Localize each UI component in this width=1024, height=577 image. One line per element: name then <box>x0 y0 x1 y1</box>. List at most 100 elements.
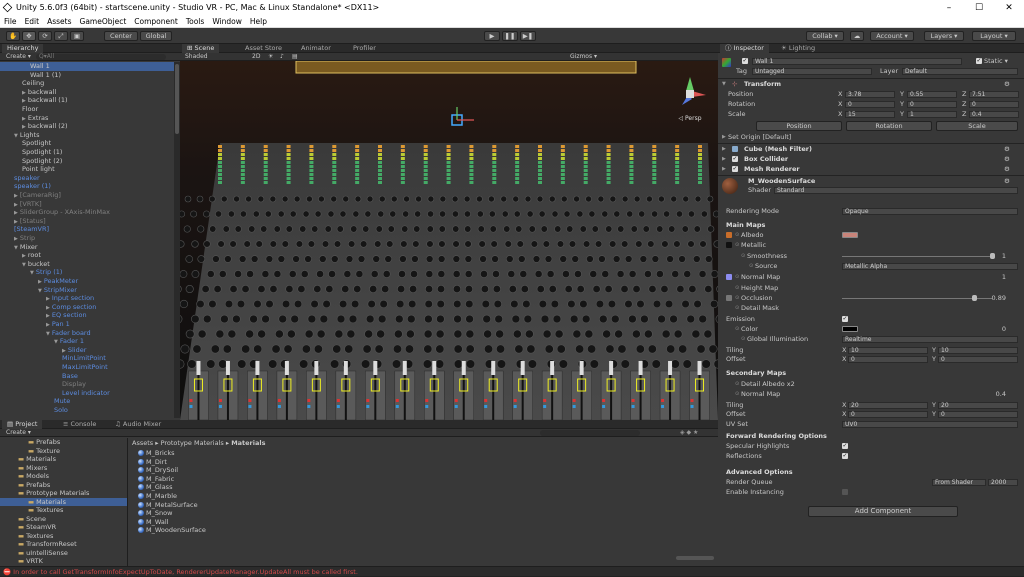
account-button[interactable]: Account ▾ <box>870 31 914 41</box>
material-asset[interactable]: M_DrySoil <box>138 466 178 475</box>
material-asset[interactable]: M_Fabric <box>138 475 174 484</box>
picker-circle-icon[interactable]: ⊙ <box>735 303 739 313</box>
expanded-arrow-icon[interactable]: ▼ <box>14 133 18 139</box>
mesh-renderer-header[interactable]: ▶ ✓ Mesh Renderer ⚙ <box>718 164 1024 174</box>
minimize-button[interactable]: – <box>934 0 964 16</box>
box-collider-checkbox[interactable]: ✓ <box>732 156 738 162</box>
settings-gear-icon[interactable]: ⚙ <box>1004 164 1010 174</box>
mesh-filter-header[interactable]: ▶ Cube (Mesh Filter) ⚙ <box>718 144 1024 154</box>
expanded-arrow-icon[interactable]: ▼ <box>38 288 42 294</box>
collapsed-arrow-icon[interactable]: ▶ <box>14 219 18 225</box>
albedo-color-swatch[interactable] <box>842 232 858 238</box>
reset-position-button[interactable]: Position <box>756 121 842 131</box>
hierarchy-item[interactable]: Floor <box>0 105 174 114</box>
hierarchy-item[interactable]: Mute <box>0 397 174 406</box>
project-folder[interactable]: ▬ Mixers <box>0 464 127 473</box>
audio-toggle-icon[interactable]: ♪ <box>280 53 284 61</box>
hierarchy-item[interactable]: ▶ Extras <box>0 114 174 123</box>
expanded-arrow-icon[interactable]: ▼ <box>46 331 50 337</box>
rotation-x-field[interactable]: 0 <box>845 100 895 108</box>
menu-file[interactable]: File <box>0 16 21 27</box>
render-queue-value-field[interactable]: 2000 <box>988 478 1018 486</box>
hierarchy-item[interactable]: ▶ Strip <box>0 234 174 243</box>
hierarchy-item[interactable]: speaker (1) <box>0 182 174 191</box>
hierarchy-item[interactable]: Display <box>0 380 174 389</box>
render-queue-mode-dropdown[interactable]: From Shader <box>932 478 986 486</box>
hierarchy-item[interactable]: speaker <box>0 174 174 183</box>
hierarchy-item[interactable]: ▶ root <box>0 251 174 260</box>
collapsed-arrow-icon[interactable]: ▶ <box>14 236 18 242</box>
rendering-mode-dropdown[interactable]: Opaque <box>842 207 1018 215</box>
picker-circle-icon[interactable]: ⊙ <box>749 261 753 271</box>
tab-project[interactable]: ▤ Project <box>2 420 43 429</box>
add-component-button[interactable]: Add Component <box>808 506 958 517</box>
layer-dropdown[interactable]: Default <box>902 67 1018 75</box>
picker-circle-icon[interactable]: ⊙ <box>735 283 739 293</box>
collapsed-arrow-icon[interactable]: ▶ <box>22 90 26 96</box>
scale-tool-icon[interactable]: ⤢ <box>54 31 68 41</box>
settings-gear-icon[interactable]: ⚙ <box>1004 144 1010 154</box>
project-folder[interactable]: ▬ Prefabs <box>0 438 127 447</box>
shader-dropdown[interactable]: Standard <box>774 186 1018 194</box>
enable-instancing-checkbox[interactable] <box>842 489 848 495</box>
project-create-button[interactable]: Create ▾ <box>6 429 31 437</box>
hierarchy-item[interactable]: ▶ backwall (2) <box>0 122 174 131</box>
specular-highlights-checkbox[interactable]: ✓ <box>842 443 848 449</box>
persp-label[interactable]: ◁ Persp <box>670 115 710 122</box>
tag-dropdown[interactable]: Untagged <box>752 67 872 75</box>
cloud-icon[interactable]: ☁ <box>850 31 864 41</box>
project-folder[interactable]: ▬ VRTK <box>0 557 127 566</box>
status-message[interactable]: In order to call GetTransformInfoExpectU… <box>13 568 358 576</box>
move-tool-icon[interactable]: ✥ <box>22 31 36 41</box>
material-asset[interactable]: M_Glass <box>138 483 172 492</box>
secondary-tiling-y-field[interactable]: 20 <box>938 401 1018 409</box>
offset-x-field[interactable]: 0 <box>848 355 928 363</box>
scene-viewport[interactable]: ◁ Persp <box>180 61 718 420</box>
move-gizmo[interactable] <box>450 107 476 133</box>
picker-circle-icon[interactable]: ⊙ <box>735 379 739 389</box>
occlusion-slider-thumb[interactable] <box>972 295 977 301</box>
collab-button[interactable]: Collab ▾ <box>806 31 844 41</box>
hierarchy-item[interactable]: Point light <box>0 165 174 174</box>
scale-x-field[interactable]: 15 <box>845 110 895 118</box>
scale-z-field[interactable]: 0.4 <box>969 110 1019 118</box>
occlusion-texture-slot[interactable] <box>726 295 732 301</box>
hierarchy-item[interactable]: ▶ SliderGroup - XAxis-MinMax <box>0 208 174 217</box>
set-origin-foldout[interactable]: ▶ Set Origin [Default] <box>718 132 1024 142</box>
global-illumination-dropdown[interactable]: Realtime <box>842 335 1018 343</box>
box-collider-header[interactable]: ▶ ✓ Box Collider ⚙ <box>718 154 1024 164</box>
hierarchy-item[interactable]: ▶ Input section <box>0 294 174 303</box>
collapsed-arrow-icon[interactable]: ▶ <box>22 124 26 130</box>
collapsed-arrow-icon[interactable]: ▶ <box>46 305 50 311</box>
rotation-y-field[interactable]: 0 <box>907 100 957 108</box>
collapsed-arrow-icon[interactable]: ▶ <box>14 202 18 208</box>
occlusion-slider-track[interactable] <box>842 298 992 299</box>
tiling-y-field[interactable]: 10 <box>938 346 1018 354</box>
hierarchy-item[interactable]: Base <box>0 372 174 381</box>
2d-toggle[interactable]: 2D <box>252 53 260 61</box>
material-asset[interactable]: M_Wall <box>138 518 168 527</box>
reset-rotation-button[interactable]: Rotation <box>846 121 932 131</box>
expanded-arrow-icon[interactable]: ▼ <box>30 270 34 276</box>
hierarchy-item[interactable]: MaxLimitPoint <box>0 363 174 372</box>
hierarchy-item[interactable]: Solo <box>0 406 174 415</box>
position-x-field[interactable]: 3.78 <box>845 90 895 98</box>
rotate-tool-icon[interactable]: ⟳ <box>38 31 52 41</box>
collapsed-arrow-icon[interactable]: ▶ <box>22 98 26 104</box>
project-folder[interactable]: ▬ SteamVR <box>0 523 127 532</box>
collapsed-arrow-icon[interactable]: ▶ <box>46 313 50 319</box>
metallic-texture-slot[interactable] <box>726 242 732 248</box>
hierarchy-item[interactable]: ▶ Comp section <box>0 303 174 312</box>
menu-edit[interactable]: Edit <box>21 16 44 27</box>
tab-console[interactable]: ≡ Console <box>58 420 101 429</box>
uv-set-dropdown[interactable]: UV0 <box>842 420 1018 428</box>
tab-animator[interactable]: Animator <box>296 44 336 53</box>
hierarchy-item[interactable]: ▶ [CameraRig] <box>0 191 174 200</box>
tab-profiler[interactable]: Profiler <box>348 44 381 53</box>
smoothness-value[interactable]: 1 <box>1002 251 1006 261</box>
rotation-z-field[interactable]: 0 <box>969 100 1019 108</box>
project-folder[interactable]: ▬ Models <box>0 472 127 481</box>
expanded-arrow-icon[interactable]: ▼ <box>54 339 58 345</box>
albedo-texture-slot[interactable] <box>726 232 732 238</box>
normal-map-value[interactable]: 1 <box>1002 272 1006 282</box>
